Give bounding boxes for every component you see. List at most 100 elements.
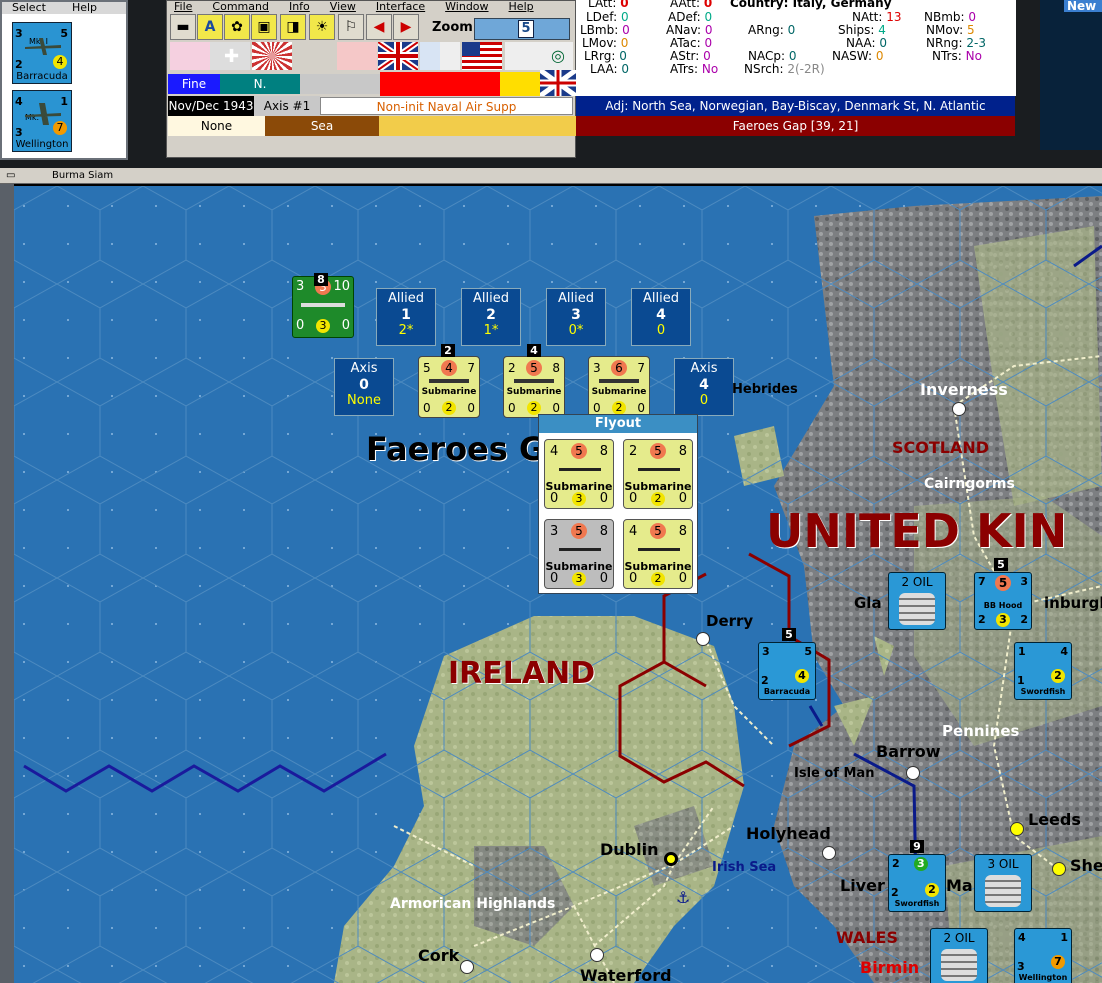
menu-command[interactable]: Command bbox=[212, 0, 269, 13]
stat-lrrg: 0 bbox=[619, 49, 627, 63]
axis-box-0[interactable]: Axis 0 None bbox=[334, 358, 394, 416]
layer-icon[interactable]: ◨ bbox=[280, 14, 306, 40]
new-button[interactable]: New bbox=[1064, 0, 1102, 12]
game-map[interactable]: 3 3 10 0 3 0 8 Allied 1 2* Allied 2 1* Allie… bbox=[14, 186, 1102, 983]
flag-swiss-icon[interactable]: ✚ bbox=[210, 42, 250, 70]
city-inverness[interactable] bbox=[952, 402, 966, 416]
oil-label: 2 OIL bbox=[901, 575, 933, 589]
unit-bb-hood[interactable]: 753 BB Hood 232 bbox=[974, 572, 1032, 630]
box-num: 0 bbox=[359, 377, 369, 393]
arrow-left-icon[interactable]: ◀ bbox=[366, 14, 392, 40]
stack-attack: 3 bbox=[296, 279, 305, 294]
unit-swordfish-2[interactable]: 23 2 2 Swordfish bbox=[888, 854, 946, 912]
stat-atac: 0 bbox=[704, 36, 713, 50]
select-menu-help[interactable]: Help bbox=[72, 2, 97, 14]
label-scotland: SCOTLAND bbox=[892, 438, 990, 457]
flag-uk-icon[interactable] bbox=[376, 39, 420, 73]
zoom-thumb[interactable]: 5 bbox=[518, 20, 534, 38]
flyout-sub-2[interactable]: 258 Submarine 020 bbox=[623, 439, 693, 509]
save-icon[interactable]: ▣ bbox=[251, 14, 277, 40]
label-irish-sea: Irish Sea bbox=[712, 860, 777, 875]
axis-sub-stack-3[interactable]: 367 Submarine 020 bbox=[588, 356, 650, 418]
city-waterford[interactable] bbox=[590, 948, 604, 962]
flyout-sub-3[interactable]: 358 Submarine 030 bbox=[544, 519, 614, 589]
box-val: 0 bbox=[656, 323, 666, 338]
stat-astr: 0 bbox=[703, 49, 711, 63]
unit-wellington[interactable]: 4 1 7 3 Wellington bbox=[1014, 928, 1072, 983]
train-icon[interactable]: ▬ bbox=[170, 14, 196, 40]
menu-interface[interactable]: Interface bbox=[376, 0, 425, 13]
box-label: Axis bbox=[350, 361, 378, 376]
axis-color-bar-2 bbox=[500, 72, 540, 96]
menu-info[interactable]: Info bbox=[289, 0, 310, 13]
label-derry: Derry bbox=[706, 612, 754, 630]
stat-arng: 0 bbox=[787, 23, 796, 37]
unit-name: Swordfish bbox=[894, 899, 940, 908]
allied-box-4[interactable]: Allied 4 0 bbox=[631, 288, 691, 346]
flag-france-icon[interactable] bbox=[420, 42, 460, 70]
oil-resource-1[interactable]: 2 OIL bbox=[888, 572, 946, 630]
weather-fine: Fine bbox=[168, 74, 220, 94]
flag-icon[interactable]: ⚐ bbox=[338, 14, 364, 40]
city-barrow[interactable] bbox=[906, 766, 920, 780]
unit-swordfish-1[interactable]: 1 4 2 1 Swordfish bbox=[1014, 642, 1072, 700]
flag-japan-icon[interactable] bbox=[252, 42, 292, 70]
city-dublin[interactable] bbox=[664, 852, 678, 866]
stat-lmov: 0 bbox=[620, 36, 629, 50]
stat-natt: 13 bbox=[886, 10, 902, 24]
arrow-right-icon[interactable]: ▶ bbox=[393, 14, 419, 40]
select-menu-select[interactable]: Select bbox=[12, 2, 46, 14]
city-leeds[interactable] bbox=[1010, 822, 1024, 836]
flag-ussr-icon[interactable] bbox=[170, 42, 210, 70]
flag-china-icon[interactable] bbox=[337, 42, 377, 70]
label-waterford: Waterford bbox=[580, 966, 672, 983]
box-num: 3 bbox=[571, 307, 581, 323]
country-label: Country: bbox=[730, 0, 789, 10]
sub-badge: 5 bbox=[650, 523, 666, 539]
unit-badge: 7 bbox=[1051, 955, 1065, 969]
stack-count: 8 bbox=[314, 273, 328, 286]
sub-name: Submarine bbox=[591, 387, 647, 397]
flag-other-icon[interactable] bbox=[505, 42, 545, 70]
city-cork[interactable] bbox=[460, 960, 474, 974]
allied-box-3[interactable]: Allied 3 0* bbox=[546, 288, 606, 346]
allied-box-1[interactable]: Allied 1 2* bbox=[376, 288, 436, 346]
city-derry[interactable] bbox=[696, 632, 710, 646]
weather-icon[interactable]: ☀ bbox=[309, 14, 335, 40]
gear-icon[interactable]: ✿ bbox=[224, 14, 250, 40]
allied-box-2[interactable]: Allied 2 1* bbox=[461, 288, 521, 346]
flyout-sub-1[interactable]: 458 Submarine 030 bbox=[544, 439, 614, 509]
axis-box-4[interactable]: Axis 4 0 bbox=[674, 358, 734, 416]
menu-file[interactable]: File bbox=[174, 0, 192, 13]
flyout-sub-4[interactable]: 458 Submarine 020 bbox=[623, 519, 693, 589]
city-holyhead[interactable] bbox=[822, 846, 836, 860]
flag-uk-small-icon[interactable] bbox=[538, 67, 578, 99]
unit-barracuda[interactable]: 3 5 4 2 Barracuda bbox=[758, 642, 816, 700]
sub-def: 0 bbox=[593, 401, 601, 415]
sub-aa: 0 bbox=[599, 571, 608, 586]
stat-naa: 0 bbox=[879, 36, 888, 50]
submarine-icon bbox=[638, 548, 680, 551]
oil-resource-3[interactable]: 2 OIL bbox=[930, 928, 988, 983]
city-sheffield[interactable] bbox=[1052, 862, 1066, 876]
window-icon[interactable]: ▭ bbox=[6, 170, 15, 181]
counter-name: Wellington bbox=[15, 139, 69, 150]
menu-help[interactable]: Help bbox=[509, 0, 534, 13]
label-liverpool: Liver bbox=[840, 876, 885, 895]
menu-window[interactable]: Window bbox=[445, 0, 488, 13]
sub-move: 2 bbox=[612, 401, 626, 415]
sub-range: 8 bbox=[599, 443, 608, 459]
flag-usa-icon[interactable] bbox=[462, 42, 502, 70]
sub-range: 7 bbox=[637, 361, 645, 375]
target-icon[interactable]: ◎ bbox=[545, 42, 573, 70]
unit-name: Swordfish bbox=[1020, 687, 1066, 696]
axis-sub-stack-2[interactable]: 258 Submarine 020 bbox=[503, 356, 565, 418]
air-mode-icon[interactable]: A bbox=[197, 14, 223, 40]
menu-view[interactable]: View bbox=[330, 0, 356, 13]
select-counter-barracuda[interactable]: 3 5 Mk. I 2 4 Barracuda bbox=[12, 22, 72, 84]
select-counter-wellington[interactable]: 4 1 Mk. X 3 7 Wellington bbox=[12, 90, 72, 152]
oil-resource-2[interactable]: 3 OIL bbox=[974, 854, 1032, 912]
sub-aa: 0 bbox=[678, 491, 687, 506]
axis-sub-stack-1[interactable]: 547 Submarine 020 bbox=[418, 356, 480, 418]
sub-badge: 5 bbox=[571, 523, 587, 539]
